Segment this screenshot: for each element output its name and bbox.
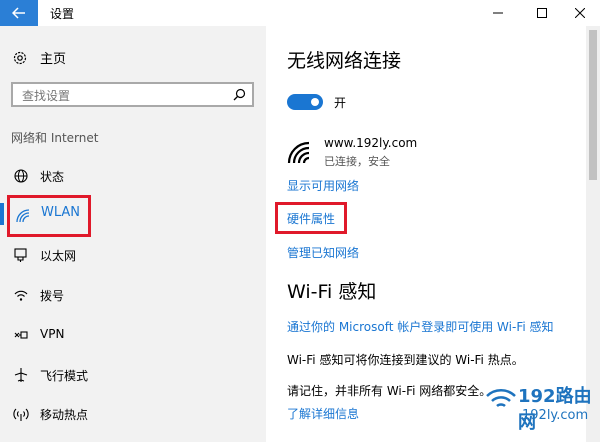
wifi-sense-description: Wi-Fi 感知可将你连接到建议的 Wi-Fi 热点。 (287, 353, 524, 367)
wireless-section-title: 无线网络连接 (287, 50, 402, 72)
dialup-icon (14, 290, 28, 301)
watermark: 192路由网 192ly.com (482, 382, 600, 442)
globe-status-icon (14, 169, 28, 183)
wifi-sense-title: Wi-Fi 感知 (287, 281, 377, 303)
search-icon (233, 88, 246, 101)
gear-icon (13, 51, 27, 64)
ethernet-icon (14, 248, 27, 262)
microsoft-signin-link[interactable]: 通过你的 Microsoft 帐户登录即可使用 Wi-Fi 感知 (287, 318, 554, 335)
manage-known-networks-link[interactable]: 管理已知网络 (287, 244, 359, 261)
search-placeholder: 查找设置 (22, 89, 71, 103)
wlan-highlight-box (7, 195, 91, 237)
active-indicator (0, 203, 4, 225)
home-label: 主页 (40, 52, 67, 67)
sidebar-item-hotspot[interactable]: 移动热点 (0, 399, 266, 429)
scrollbar-thumb[interactable] (589, 30, 597, 180)
minimize-icon (493, 12, 503, 14)
wifi-sense-note: 请记住，并非所有 Wi-Fi 网络都安全。 (287, 384, 492, 398)
title-bar: 设置 (0, 0, 600, 26)
back-button[interactable] (0, 0, 38, 26)
sidebar-item-ethernet[interactable]: 以太网 (0, 240, 266, 270)
vpn-icon (14, 331, 28, 339)
sidebar-item-label: 拨号 (40, 289, 65, 303)
wifi-toggle[interactable] (287, 94, 323, 110)
watermark-wifi-icon (486, 389, 516, 408)
toggle-knob (311, 98, 319, 106)
minimize-button[interactable] (482, 0, 514, 26)
learn-more-link[interactable]: 了解详细信息 (287, 405, 359, 422)
sidebar-item-label: 飞行模式 (40, 369, 89, 383)
wifi-signal-icon (287, 141, 310, 164)
sidebar-item-label: 移动热点 (40, 408, 89, 422)
sidebar-item-dialup[interactable]: 拨号 (0, 280, 266, 310)
maximize-button[interactable] (526, 0, 558, 26)
sidebar-item-label: VPN (40, 327, 65, 341)
hotspot-icon (13, 408, 29, 421)
main-content: 无线网络连接 开 www.192ly.com 已连接，安全 显示可用网络 硬件属… (266, 26, 586, 442)
back-arrow-icon (12, 7, 25, 19)
network-status: 已连接，安全 (324, 155, 390, 168)
sidebar-item-airplane[interactable]: 飞行模式 (0, 360, 266, 390)
scrollbar[interactable] (586, 26, 600, 442)
hardware-properties-link[interactable]: 硬件属性 (287, 210, 335, 227)
sidebar-item-status[interactable]: 状态 (0, 161, 266, 191)
search-input[interactable]: 查找设置 (11, 82, 254, 107)
close-icon (575, 8, 585, 18)
show-available-networks-link[interactable]: 显示可用网络 (287, 177, 359, 194)
watermark-url: 192ly.com (522, 408, 589, 423)
maximize-icon (537, 8, 547, 18)
sidebar-item-label: 状态 (40, 170, 65, 184)
section-title: 网络和 Internet (11, 131, 99, 145)
home-nav-item[interactable]: 主页 (12, 48, 66, 67)
sidebar-item-label: 以太网 (40, 249, 77, 263)
close-button[interactable] (564, 0, 596, 26)
airplane-icon (14, 368, 28, 382)
sidebar-item-vpn[interactable]: VPN (0, 320, 266, 350)
window-title: 设置 (50, 7, 75, 21)
network-ssid[interactable]: www.192ly.com (324, 136, 417, 150)
toggle-state-label: 开 (334, 96, 347, 110)
